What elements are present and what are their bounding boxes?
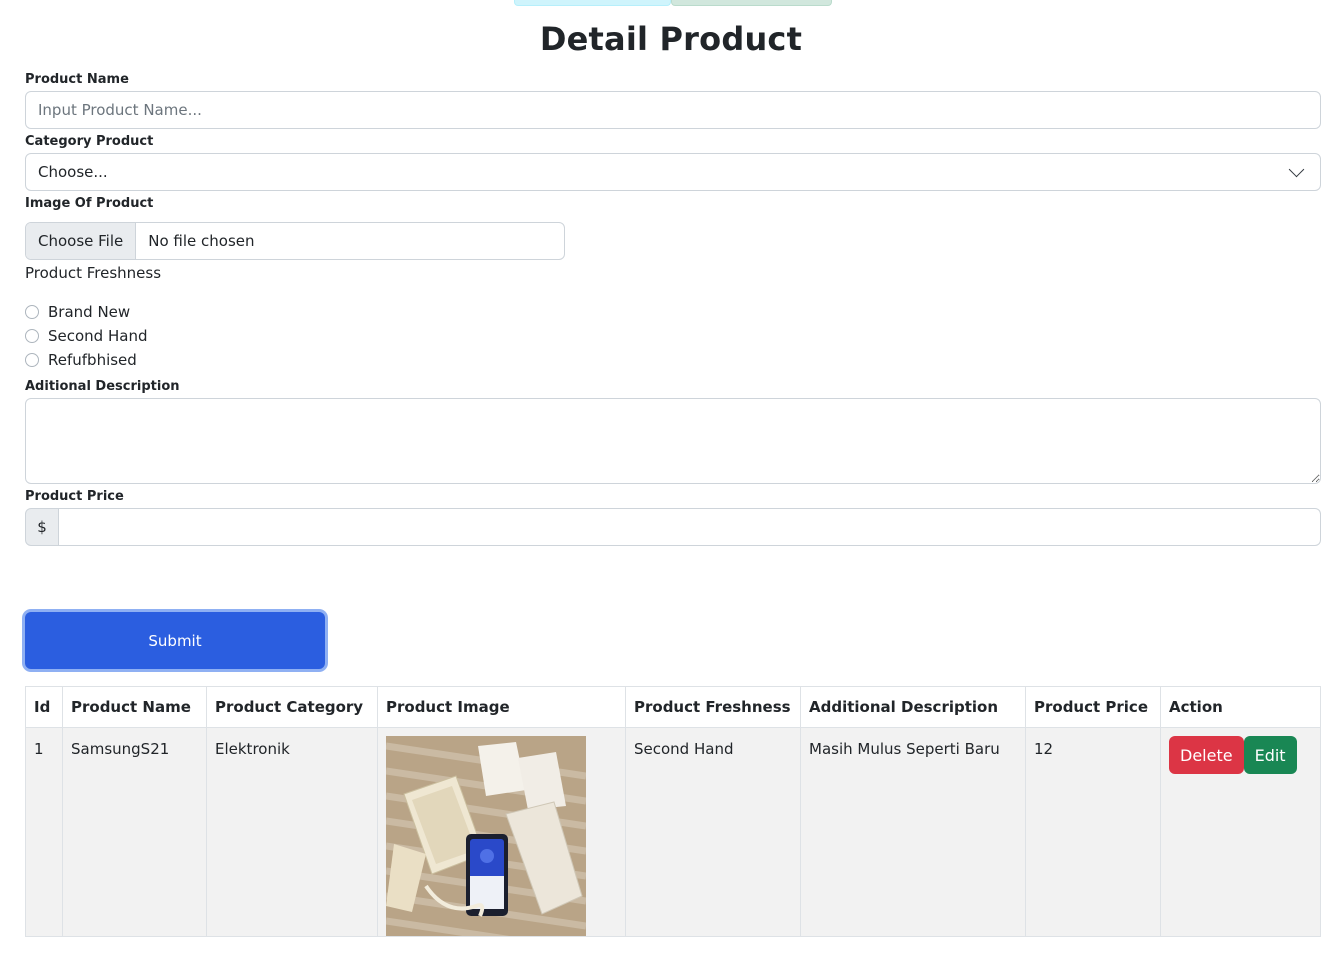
cell-product-name: SamsungS21 (62, 727, 207, 937)
cell-product-freshness: Second Hand (625, 727, 801, 937)
freshness-option-brand-new[interactable]: Brand New (25, 303, 130, 321)
freshness-option-label: Second Hand (48, 327, 148, 345)
col-header-product-price: Product Price (1025, 686, 1161, 728)
cell-additional-description: Masih Mulus Seperti Baru (800, 727, 1026, 937)
col-header-product-name: Product Name (62, 686, 207, 728)
choose-file-button[interactable]: Choose File (26, 223, 137, 259)
category-select[interactable]: Choose... (25, 153, 1321, 191)
description-textarea[interactable] (25, 398, 1321, 484)
top-alert-stub-success (671, 0, 832, 6)
cell-product-price: 12 (1025, 727, 1161, 937)
dollar-prefix: $ (25, 508, 59, 546)
product-name-input[interactable] (25, 91, 1321, 129)
radio-button[interactable] (25, 329, 39, 343)
freshness-label: Product Freshness (25, 264, 162, 282)
freshness-option-refurbished[interactable]: Refufbhised (25, 351, 137, 369)
chevron-down-icon (1288, 161, 1305, 177)
cell-product-image (377, 727, 626, 937)
freshness-option-second-hand[interactable]: Second Hand (25, 327, 147, 345)
col-header-additional-description: Additional Description (800, 686, 1026, 728)
col-header-product-image: Product Image (377, 686, 626, 728)
table-row: 1 SamsungS21 Elektronik Second Hand Masi… (25, 727, 1321, 937)
cell-id: 1 (25, 727, 63, 937)
category-label: Category Product (25, 134, 154, 149)
product-name-label: Product Name (25, 72, 129, 87)
page-title: Detail Product (539, 20, 803, 58)
top-alert-stub-info (514, 0, 671, 6)
radio-button[interactable] (25, 353, 39, 367)
submit-button[interactable]: Submit (25, 612, 325, 669)
col-header-product-category: Product Category (206, 686, 378, 728)
col-header-action: Action (1160, 686, 1321, 728)
cell-action: Delete Edit (1160, 727, 1321, 937)
table-header-row: Id Product Name Product Category Product… (25, 686, 1321, 728)
category-selected-value: Choose... (38, 163, 108, 181)
freshness-option-label: Brand New (48, 303, 131, 321)
price-input[interactable] (59, 508, 1321, 546)
freshness-option-label: Refufbhised (48, 351, 137, 369)
edit-button[interactable]: Edit (1243, 736, 1297, 774)
radio-button[interactable] (25, 305, 39, 319)
col-header-product-freshness: Product Freshness (625, 686, 801, 728)
product-table: Id Product Name Product Category Product… (25, 686, 1321, 937)
cell-product-category: Elektronik (206, 727, 378, 937)
price-input-group: $ (25, 508, 1321, 546)
description-label: Aditional Description (25, 379, 180, 394)
col-header-id: Id (25, 686, 63, 728)
delete-button[interactable]: Delete (1169, 736, 1244, 774)
price-label: Product Price (25, 489, 124, 504)
file-status-text: No file chosen (148, 232, 255, 250)
product-photo (386, 736, 586, 936)
image-label: Image Of Product (25, 196, 154, 211)
image-file-input[interactable]: Choose File No file chosen (25, 222, 565, 260)
